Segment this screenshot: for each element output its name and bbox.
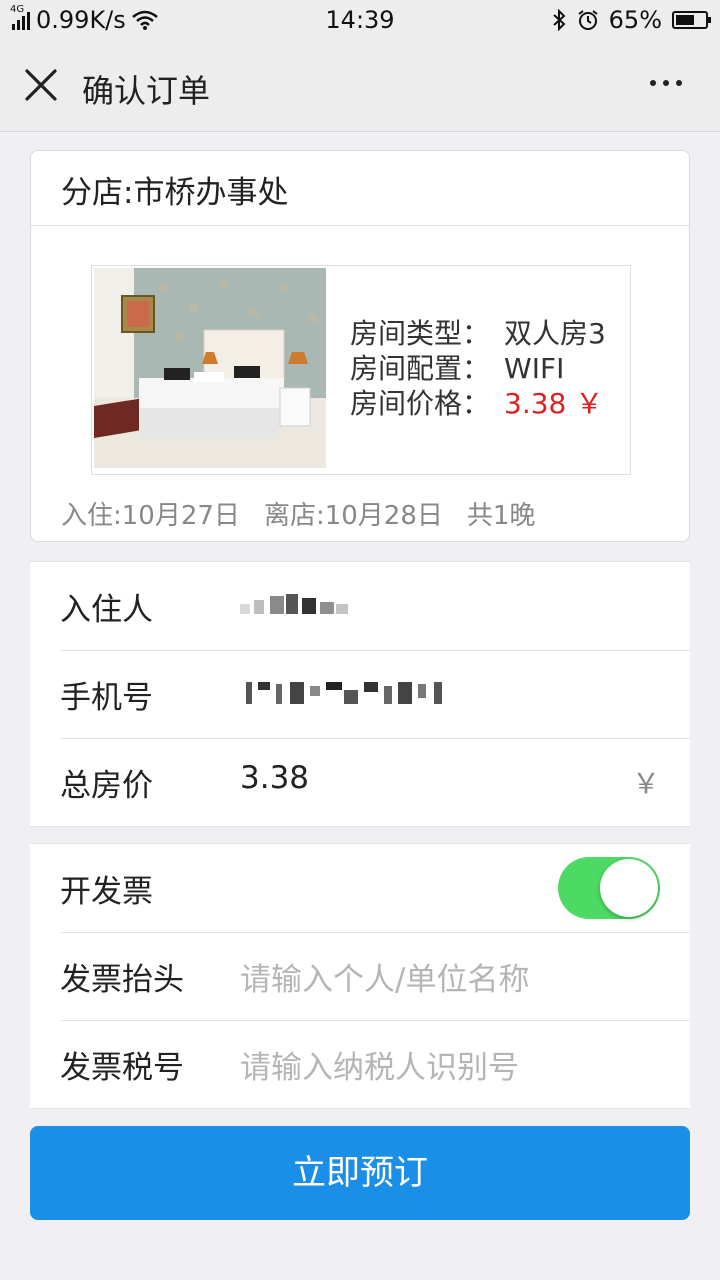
divider <box>31 225 689 226</box>
nav-bar: 确认订单 <box>0 40 720 132</box>
check-out-date: 离店:10月28日 <box>263 501 443 531</box>
guest-name-redacted <box>240 594 348 614</box>
invoice-title-row[interactable]: 发票抬头 请输入个人/单位名称 <box>30 932 690 1020</box>
room-config-row: 房间配置： WIFI <box>350 351 606 386</box>
bluetooth-icon <box>552 9 566 31</box>
total-price-row: 总房价 3.38 ￥ <box>30 738 690 826</box>
room-type-label: 房间类型： <box>350 317 491 350</box>
guest-name-row[interactable]: 入住人 <box>30 562 690 650</box>
battery-icon <box>672 11 711 29</box>
room-type-row: 房间类型： 双人房3 <box>350 316 606 351</box>
phone-label: 手机号 <box>60 680 153 716</box>
total-price-value: 3.38 <box>240 760 310 796</box>
status-bar: 4G 0.99K/s 14:39 65% <box>0 0 720 40</box>
room-price-row: 房间价格： 3.38 ￥ <box>350 386 606 421</box>
room-photo <box>94 268 326 468</box>
room-box: 房间类型： 双人房3 房间配置： WIFI 房间价格： 3.38 ￥ <box>91 265 631 475</box>
page-title: 确认订单 <box>82 72 211 110</box>
currency-symbol: ￥ <box>631 767 660 800</box>
room-type-value: 双人房3 <box>504 317 606 350</box>
invoice-toggle-row: 开发票 <box>30 844 690 932</box>
nights-count: 共1晚 <box>466 501 536 531</box>
invoice-toggle[interactable] <box>558 857 660 919</box>
invoice-tax-label: 发票税号 <box>60 1050 184 1086</box>
invoice-title-label: 发票抬头 <box>60 962 184 998</box>
total-price-label: 总房价 <box>60 768 153 804</box>
phone-redacted <box>246 682 442 704</box>
invoice-group: 开发票 发票抬头 请输入个人/单位名称 发票税号 请输入纳税人识别号 <box>30 843 690 1109</box>
more-icon[interactable] <box>650 80 682 86</box>
branch-name: 分店:市桥办事处 <box>61 175 289 211</box>
invoice-title-input[interactable]: 请输入个人/单位名称 <box>240 954 529 999</box>
invoice-tax-input[interactable]: 请输入纳税人识别号 <box>240 1042 519 1087</box>
guest-name-label: 入住人 <box>60 592 153 628</box>
close-icon[interactable] <box>22 66 60 104</box>
alarm-icon <box>578 10 598 30</box>
battery-fill <box>676 15 694 25</box>
room-config-value: WIFI <box>504 352 565 385</box>
stay-dates: 入住:10月27日 离店:10月28日 共1晚 <box>61 495 559 532</box>
invoice-toggle-label: 开发票 <box>60 874 153 910</box>
book-now-button[interactable]: 立即预订 <box>30 1126 690 1220</box>
hotel-card: 分店:市桥办事处 房间类型： 双人房3 房间配置： WIFI 房间价格： 3.3… <box>30 150 690 542</box>
invoice-tax-row[interactable]: 发票税号 请输入纳税人识别号 <box>30 1020 690 1108</box>
battery-percent: 65% <box>608 6 662 34</box>
status-right: 65% <box>551 6 711 34</box>
toggle-knob <box>600 859 658 917</box>
room-config-label: 房间配置： <box>350 352 491 385</box>
room-price-label: 房间价格： <box>350 387 491 420</box>
room-info: 房间类型： 双人房3 房间配置： WIFI 房间价格： 3.38 ￥ <box>350 316 606 421</box>
guest-info-group: 入住人 手机号 总房价 3.38 ￥ <box>30 561 690 827</box>
room-price-value: 3.38 ￥ <box>504 387 604 420</box>
phone-row[interactable]: 手机号 <box>30 650 690 738</box>
check-in-date: 入住:10月27日 <box>61 501 240 531</box>
